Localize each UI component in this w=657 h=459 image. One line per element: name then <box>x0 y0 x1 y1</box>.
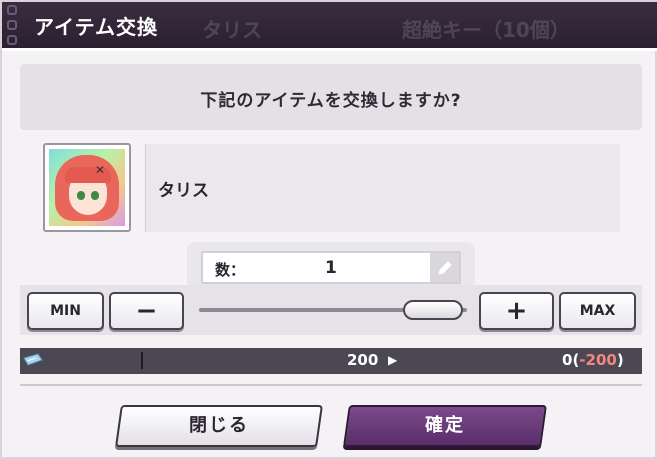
title-underline <box>2 48 657 51</box>
max-button[interactable]: MAX <box>559 292 636 330</box>
item-portrait-frame: ✕ <box>43 143 131 232</box>
quantity-slider-thumb[interactable] <box>403 300 463 320</box>
exchange-dialog: アイテム交換 タリス 超絶キー（10個） 下記のアイテムを交換しますか? ✕ タ… <box>0 0 657 459</box>
close-button[interactable]: 閉じる <box>115 405 323 447</box>
background-tab-ghost: 超絶キー（10個） <box>402 18 570 42</box>
quantity-value: 1 <box>325 258 337 278</box>
chain-decoration-icon <box>6 2 18 48</box>
prompt-box: 下記のアイテムを交換しますか? <box>20 64 642 130</box>
current-currency-amount: 200 <box>347 351 379 369</box>
cost-delta: -200 <box>579 351 617 369</box>
dialog-title: アイテム交換 <box>34 15 158 39</box>
ticket-icon <box>23 353 43 366</box>
cost-bar <box>20 348 642 374</box>
footer-separator <box>20 384 642 386</box>
title-bar: アイテム交換 タリス 超絶キー（10個） <box>2 2 657 48</box>
item-info-panel <box>146 144 620 232</box>
edit-quantity-button[interactable] <box>430 253 459 282</box>
quantity-label: 数： <box>215 261 246 279</box>
decrement-button[interactable]: − <box>109 292 184 330</box>
background-tab-ghost: タリス <box>202 18 262 42</box>
pencil-icon <box>437 260 452 275</box>
character-portrait-icon: ✕ <box>49 149 125 226</box>
item-name: タリス <box>158 181 209 201</box>
confirm-prompt: 下記のアイテムを交換しますか? <box>200 91 462 111</box>
close-button-label: 閉じる <box>189 415 249 436</box>
increment-button[interactable]: + <box>479 292 554 330</box>
cost-bar-divider <box>141 352 143 369</box>
confirm-button-label: 確定 <box>425 415 465 436</box>
quantity-field[interactable]: 数： 1 <box>201 251 461 284</box>
resulting-currency-amount: 0(-200) <box>562 351 624 369</box>
arrow-right-icon: ▶ <box>388 353 398 367</box>
result-value: 0 <box>562 351 573 369</box>
min-button[interactable]: MIN <box>27 292 104 330</box>
confirm-button[interactable]: 確定 <box>343 405 547 447</box>
